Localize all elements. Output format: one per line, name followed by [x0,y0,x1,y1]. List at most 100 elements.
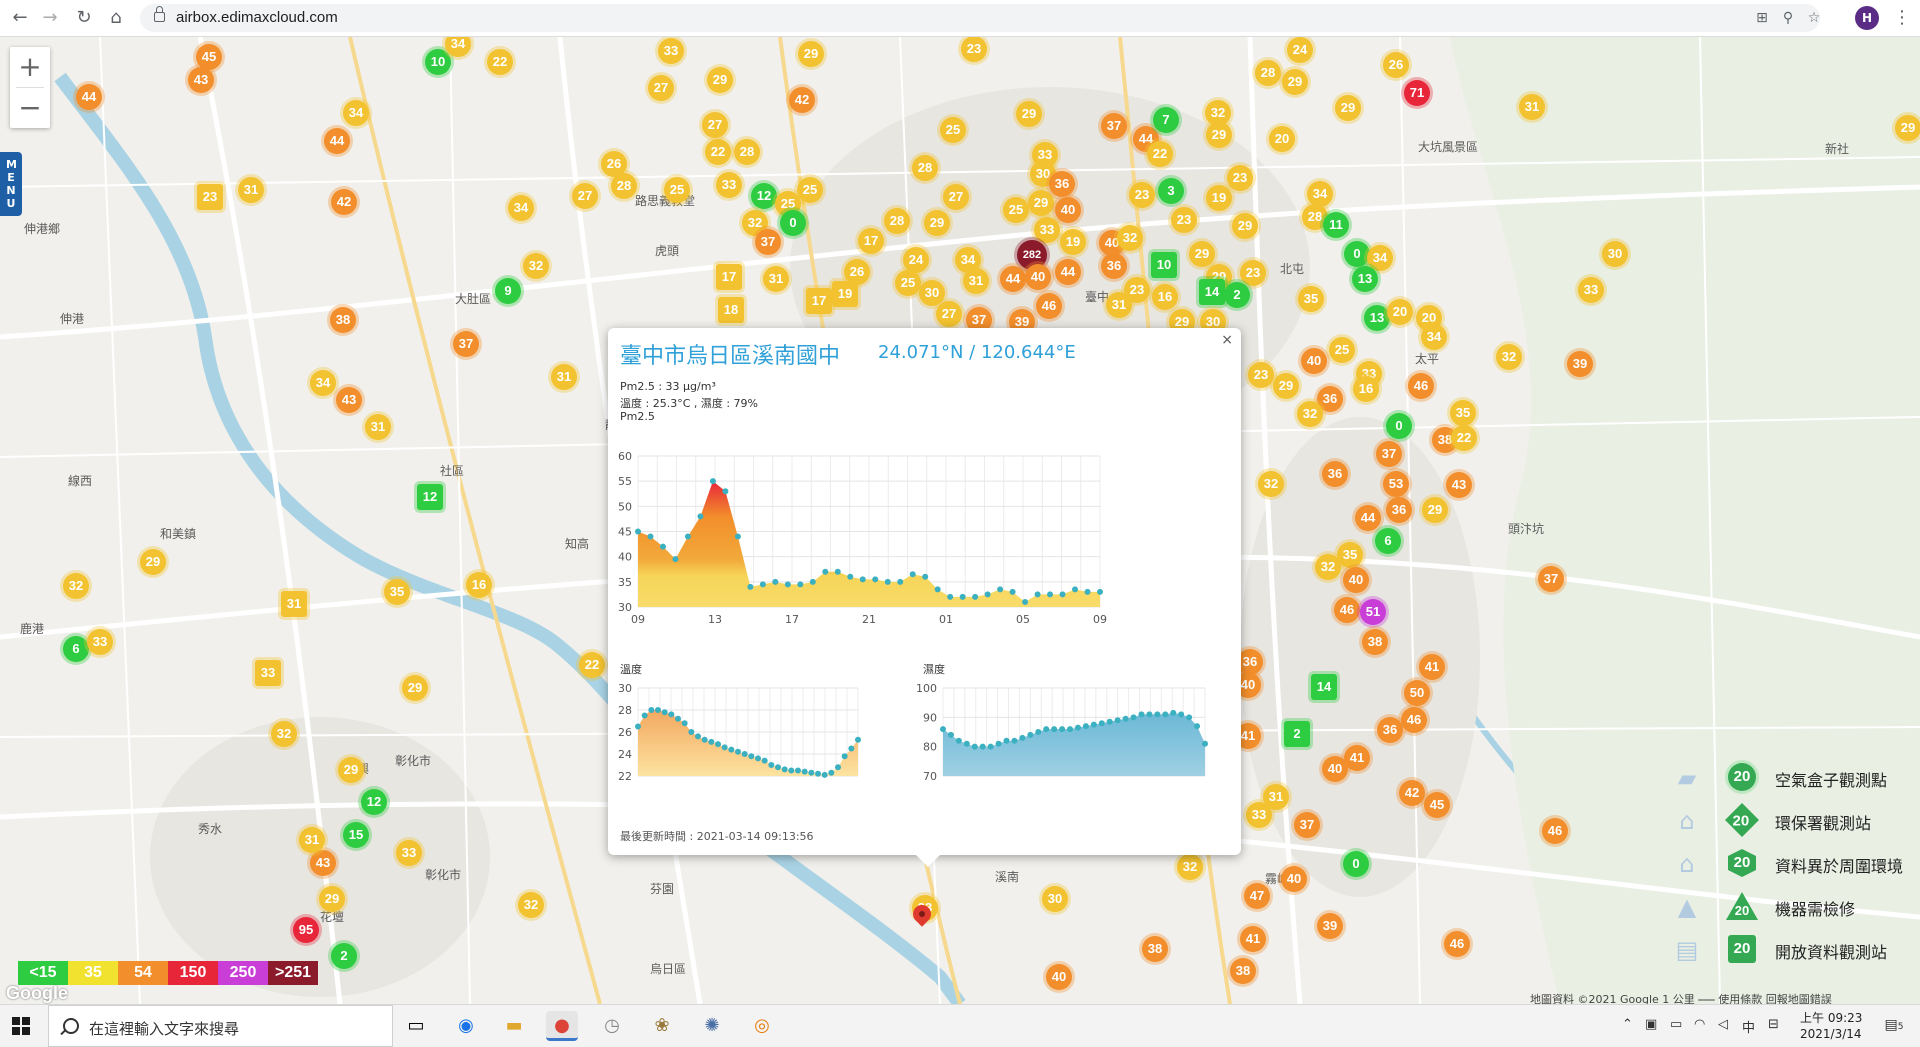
airbox-station-marker[interactable]: 37 [1101,113,1127,139]
url-text[interactable]: airbox.edimaxcloud.com [176,9,338,26]
airbox-station-marker[interactable]: 41 [1419,654,1445,680]
open-data-station-marker[interactable]: 17 [806,288,832,314]
wifi-icon[interactable]: ◠ [1694,1017,1705,1032]
airbox-station-marker[interactable]: 42 [1399,780,1425,806]
airbox-station-marker[interactable]: 32 [1117,225,1143,251]
airbox-station-marker[interactable]: 33 [658,38,684,64]
edge-browser-icon[interactable]: ◉ [450,1011,482,1041]
airbox-station-marker[interactable]: 16 [1353,376,1379,402]
airbox-station-marker[interactable]: 45 [1424,792,1450,818]
airbox-station-marker[interactable]: 29 [338,757,364,783]
clock-time[interactable]: 上午 09:23 [1800,1009,1862,1026]
airbox-station-marker[interactable]: 42 [331,189,357,215]
airbox-station-marker[interactable]: 31 [1519,94,1545,120]
zoom-in-button[interactable]: + [10,47,50,87]
airbox-station-marker[interactable]: 19 [1060,229,1086,255]
airbox-station-marker[interactable]: 31 [365,414,391,440]
airbox-station-marker[interactable]: 71 [1404,80,1430,106]
file-explorer-icon[interactable]: ▬ [498,1011,530,1041]
airbox-station-marker[interactable]: 11 [1323,212,1349,238]
open-data-station-marker[interactable]: 12 [417,484,443,510]
airbox-station-marker[interactable]: 32 [1258,471,1284,497]
airbox-station-marker[interactable]: 32 [518,892,544,918]
tray-device-icon[interactable]: ▣ [1645,1017,1657,1032]
open-data-station-marker[interactable]: 17 [716,264,742,290]
airbox-station-marker[interactable]: 33 [396,840,422,866]
airbox-station-marker[interactable]: 23 [1248,362,1274,388]
airbox-station-marker[interactable]: 44 [1055,259,1081,285]
airbox-station-marker[interactable]: 38 [330,307,356,333]
airbox-station-marker[interactable]: 12 [361,789,387,815]
airbox-station-marker[interactable]: 0 [1343,851,1369,877]
airbox-station-marker[interactable]: 15 [343,822,369,848]
airbox-station-marker[interactable]: 34 [508,195,534,221]
airbox-station-marker[interactable]: 23 [1129,182,1155,208]
translate-icon[interactable]: ⊞ [1752,8,1772,28]
airbox-station-marker[interactable]: 36 [1322,461,1348,487]
open-data-station-marker[interactable]: 18 [718,297,744,323]
taskbar-search-box[interactable]: 在這裡輸入文字來搜尋 [48,1005,393,1047]
airbox-station-marker[interactable]: 12 [751,183,777,209]
airbox-station-marker[interactable]: 23 [1240,260,1266,286]
airbox-station-marker[interactable]: 20 [1387,299,1413,325]
open-data-station-marker[interactable]: 23 [197,184,223,210]
menu-tab-button[interactable]: MENU [0,152,22,216]
airbox-station-marker[interactable]: 22 [487,49,513,75]
airbox-station-marker[interactable]: 3 [1158,178,1184,204]
airbox-station-marker[interactable]: 33 [1578,277,1604,303]
airbox-station-marker[interactable]: 35 [1337,542,1363,568]
airbox-station-marker[interactable]: 26 [844,259,870,285]
airbox-station-marker[interactable]: 22 [579,652,605,678]
airbox-station-marker[interactable]: 31 [763,266,789,292]
airbox-station-marker[interactable]: 33 [1246,802,1272,828]
airbox-station-marker[interactable]: 29 [1028,190,1054,216]
airbox-station-marker[interactable]: 29 [1335,95,1361,121]
airbox-station-marker[interactable]: 32 [271,721,297,747]
zoom-icon[interactable]: ⚲ [1778,8,1798,28]
airbox-station-marker[interactable]: 44 [76,84,102,110]
airbox-station-marker[interactable]: 37 [453,331,479,357]
airbox-station-marker[interactable]: 35 [1450,400,1476,426]
airbox-station-marker[interactable]: 40 [1046,964,1072,990]
profile-avatar[interactable]: H [1855,6,1879,30]
reload-icon[interactable]: ↻ [72,6,96,30]
lock-icon[interactable] [154,6,165,22]
airbox-station-marker[interactable]: 2 [1224,282,1250,308]
open-data-station-marker[interactable]: 10 [1151,252,1177,278]
airbox-station-marker[interactable]: 46 [1444,931,1470,957]
airbox-station-marker[interactable]: 29 [1232,213,1258,239]
airbox-station-marker[interactable]: 25 [940,117,966,143]
airbox-station-marker[interactable]: 0 [1344,241,1370,267]
app-animal-icon[interactable]: ❀ [646,1011,678,1041]
volume-icon[interactable]: ◁ [1718,1017,1728,1032]
airbox-station-marker[interactable]: 29 [1189,241,1215,267]
open-data-station-marker[interactable]: 14 [1199,279,1225,305]
airbox-station-marker[interactable]: 44 [1355,505,1381,531]
close-popup-button[interactable]: × [1221,332,1233,348]
keyboard-layout-icon[interactable]: ⊟ [1768,1017,1779,1032]
airbox-station-marker[interactable]: 0 [780,210,806,236]
airbox-station-marker[interactable]: 33 [87,629,113,655]
airbox-station-marker[interactable]: 40 [1322,756,1348,782]
airbox-station-marker[interactable]: 39 [1317,913,1343,939]
airbox-station-marker[interactable]: 37 [755,229,781,255]
airbox-station-marker[interactable]: 28 [1255,60,1281,86]
airbox-station-marker[interactable]: 16 [1152,284,1178,310]
forward-icon[interactable]: → [38,6,62,30]
airbox-station-marker[interactable]: 43 [336,387,362,413]
airbox-station-marker[interactable]: 7 [1153,107,1179,133]
airbox-station-marker[interactable]: 20 [1269,126,1295,152]
airbox-station-marker[interactable]: 40 [1025,264,1051,290]
airbox-station-marker[interactable]: 38 [1230,958,1256,984]
map-attribution[interactable]: 地圖資料 ©2021 Google 1 公里 ⎯⎯⎯ 使用條款 回報地圖錯誤 [1530,991,1832,1004]
airbox-station-marker[interactable]: 30 [1042,886,1068,912]
airbox-station-marker[interactable]: 95 [293,917,319,943]
airbox-station-marker[interactable]: 25 [1003,197,1029,223]
app-clock-icon[interactable]: ◷ [596,1011,628,1041]
airbox-station-marker[interactable]: 32 [63,573,89,599]
ime-indicator[interactable]: 中 [1742,1017,1755,1036]
airbox-station-marker[interactable]: 32 [523,253,549,279]
airbox-station-marker[interactable]: 46 [1036,293,1062,319]
open-data-station-marker[interactable]: 31 [281,591,307,617]
airbox-station-marker[interactable]: 27 [936,301,962,327]
